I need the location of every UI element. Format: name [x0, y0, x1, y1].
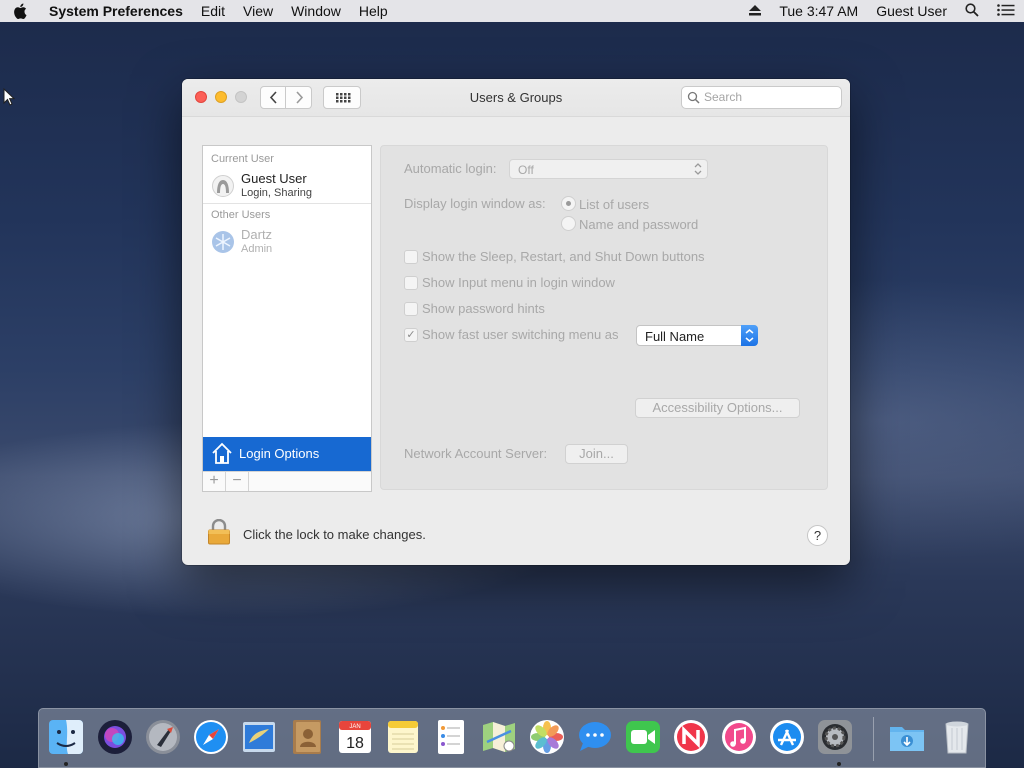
- automatic-login-popup[interactable]: Off: [509, 159, 708, 179]
- menu-bar: System Preferences Edit View Window Help…: [0, 0, 1024, 22]
- sleep-restart-label: Show the Sleep, Restart, and Shut Down b…: [422, 249, 705, 264]
- contacts-icon[interactable]: [287, 717, 327, 757]
- stepper-arrows-icon: [741, 325, 758, 346]
- search-field[interactable]: [681, 86, 842, 109]
- downloads-folder-icon[interactable]: [887, 717, 927, 757]
- user-row-guest[interactable]: Guest User Login, Sharing: [203, 170, 371, 210]
- list-of-users-label: List of users: [579, 197, 650, 212]
- maps-icon[interactable]: [479, 717, 519, 757]
- dock-separator: [873, 717, 874, 761]
- accessibility-options-button[interactable]: Accessibility Options...: [635, 398, 800, 418]
- users-list: Current User Guest User Login, Sharing O…: [202, 145, 372, 492]
- notes-icon[interactable]: [383, 717, 423, 757]
- edit-menu[interactable]: Edit: [192, 3, 234, 19]
- menubar-clock[interactable]: Tue 3:47 AM: [770, 3, 867, 19]
- help-button[interactable]: ?: [807, 525, 828, 546]
- add-remove-bar: + −: [203, 471, 371, 491]
- search-icon: [687, 91, 700, 104]
- add-user-button[interactable]: +: [203, 472, 226, 491]
- sleep-restart-checkbox[interactable]: [404, 250, 418, 264]
- list-of-users-radio[interactable]: [561, 196, 576, 211]
- fast-user-switching-value: Full Name: [645, 329, 705, 344]
- fast-user-switching-checkbox[interactable]: ✓: [404, 328, 418, 342]
- mouse-pointer-icon: [3, 87, 16, 109]
- user-name: Dartz: [241, 227, 273, 242]
- view-menu[interactable]: View: [234, 3, 282, 19]
- help-menu[interactable]: Help: [350, 3, 397, 19]
- login-options-label: Login Options: [239, 446, 320, 461]
- password-hints-checkbox[interactable]: [404, 302, 418, 316]
- notification-center-icon[interactable]: [988, 3, 1024, 19]
- users-groups-window: Users & Groups Current User Guest User L…: [182, 79, 850, 565]
- fast-user-switching-menu[interactable]: Guest User: [867, 3, 956, 19]
- user-name: Guest User: [241, 171, 307, 186]
- facetime-icon[interactable]: [623, 717, 663, 757]
- calendar-icon[interactable]: JAN 18: [335, 717, 375, 757]
- finder-icon[interactable]: [46, 717, 86, 757]
- mail-icon[interactable]: [239, 717, 279, 757]
- lock-icon[interactable]: [207, 518, 231, 548]
- other-users-header: Other Users: [211, 209, 271, 221]
- snowflake-avatar-icon: [212, 231, 234, 253]
- fast-user-switching-label: Show fast user switching menu as: [422, 327, 619, 342]
- login-options-item[interactable]: Login Options: [203, 437, 371, 471]
- user-role: Login, Sharing: [241, 187, 312, 199]
- divider: [203, 203, 371, 204]
- input-menu-label: Show Input menu in login window: [422, 275, 615, 290]
- name-and-password-radio[interactable]: [561, 216, 576, 231]
- app-store-icon[interactable]: [767, 717, 807, 757]
- network-account-server-label: Network Account Server:: [404, 446, 548, 461]
- automatic-login-value: Off: [518, 163, 534, 177]
- login-options-panel: Automatic login: Off Display login windo…: [380, 145, 828, 490]
- user-role: Admin: [241, 243, 273, 255]
- calendar-day: 18: [346, 735, 364, 752]
- safari-icon[interactable]: [191, 717, 231, 757]
- apple-menu-icon[interactable]: [0, 3, 40, 19]
- current-user-header: Current User: [211, 153, 274, 165]
- lock-message: Click the lock to make changes.: [243, 527, 426, 542]
- trash-icon[interactable]: [937, 717, 977, 757]
- running-indicator: [837, 762, 841, 766]
- search-input[interactable]: [704, 90, 834, 104]
- display-login-label: Display login window as:: [404, 196, 546, 211]
- music-icon[interactable]: [719, 717, 759, 757]
- spotlight-search-icon[interactable]: [956, 2, 988, 20]
- password-hints-label: Show password hints: [422, 301, 545, 316]
- fast-user-switching-popup[interactable]: Full Name: [636, 325, 758, 346]
- app-menu[interactable]: System Preferences: [40, 3, 192, 19]
- input-menu-checkbox[interactable]: [404, 276, 418, 290]
- eject-icon[interactable]: [740, 3, 770, 19]
- photos-icon[interactable]: [527, 717, 567, 757]
- running-indicator: [64, 762, 68, 766]
- news-icon[interactable]: [671, 717, 711, 757]
- reminders-icon[interactable]: [431, 717, 471, 757]
- system-preferences-icon[interactable]: [815, 717, 855, 757]
- updown-arrows-icon: [694, 163, 702, 175]
- calendar-month: JAN: [349, 724, 360, 730]
- remove-user-button[interactable]: −: [226, 472, 249, 491]
- automatic-login-label: Automatic login:: [404, 161, 497, 176]
- name-and-password-label: Name and password: [579, 217, 699, 232]
- user-row-dartz[interactable]: Dartz Admin: [203, 226, 371, 266]
- join-button[interactable]: Join...: [565, 444, 628, 464]
- messages-icon[interactable]: [575, 717, 615, 757]
- siri-icon[interactable]: [95, 717, 135, 757]
- dock: JAN 18: [38, 708, 986, 768]
- launchpad-icon[interactable]: [143, 717, 183, 757]
- house-icon: [212, 442, 232, 464]
- window-menu[interactable]: Window: [282, 3, 350, 19]
- guest-avatar-icon: [212, 175, 234, 197]
- window-titlebar: Users & Groups: [182, 79, 850, 117]
